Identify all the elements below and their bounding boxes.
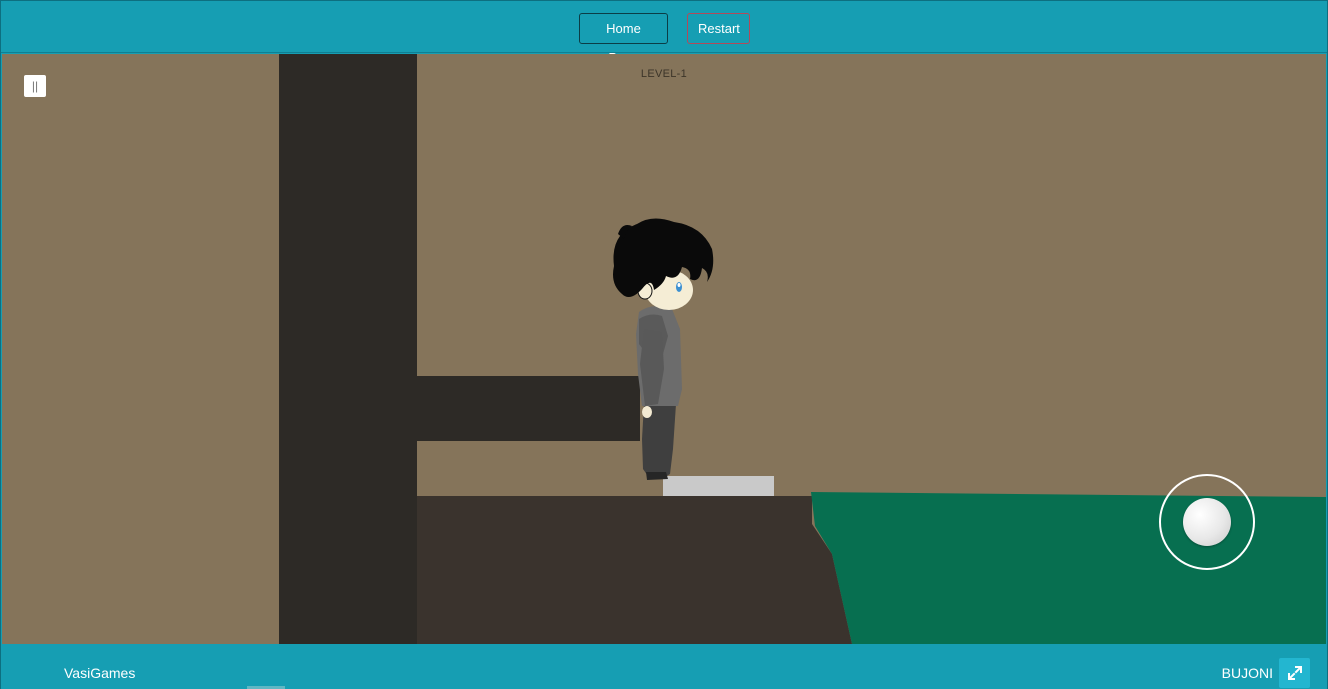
wall-ledge: [417, 376, 640, 441]
ground-slab: [417, 496, 852, 644]
pause-icon: ||: [31, 79, 39, 93]
stone-platform: [663, 476, 774, 496]
expand-icon: [1287, 666, 1302, 680]
bottom-bar: VasiGames BUJONI: [1, 644, 1327, 689]
level-indicator: LEVEL-1: [640, 68, 688, 80]
game-window: Home Page Restart: [0, 0, 1328, 689]
game-title: BUJONI: [1221, 665, 1273, 681]
restart-button[interactable]: Restart: [687, 13, 750, 44]
joystick-knob[interactable]: [1183, 498, 1231, 546]
top-toolbar: Home Page Restart: [1, 1, 1327, 65]
home-page-button[interactable]: Home Page: [579, 13, 668, 65]
game-canvas[interactable]: || LEVEL-1: [2, 54, 1326, 644]
wall-pillar: [279, 54, 417, 644]
game-scene: [279, 54, 1326, 644]
fullscreen-button[interactable]: [1279, 658, 1310, 688]
brand-link[interactable]: VasiGames: [64, 665, 135, 681]
